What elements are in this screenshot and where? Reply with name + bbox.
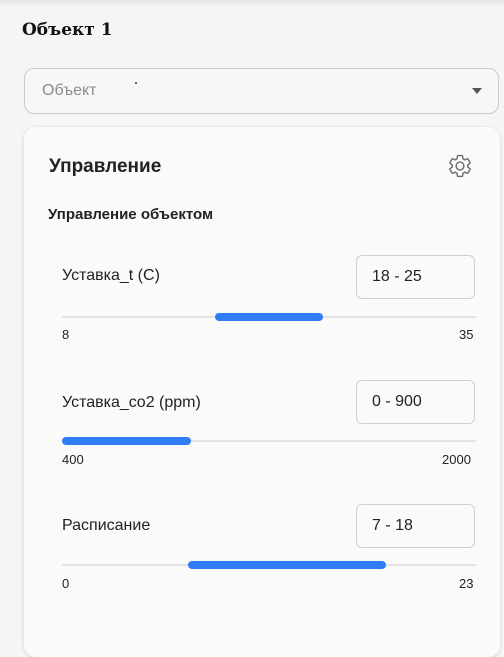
- co2-setpoint-label: Уставка_co2 (ppm): [62, 394, 201, 411]
- co2-setpoint-max-label: 2000: [442, 452, 471, 467]
- co2-setpoint-min-label: 400: [62, 452, 84, 467]
- schedule-slider-range[interactable]: [188, 561, 386, 569]
- schedule-min-label: 0: [62, 576, 70, 591]
- co2-setpoint-slider[interactable]: [62, 437, 476, 445]
- schedule-label: Расписание: [62, 517, 151, 534]
- top-edge-shadow: [0, 0, 504, 6]
- temp-setpoint-max-label: 35: [459, 327, 474, 342]
- schedule-max-label: 23: [459, 576, 474, 591]
- temp-setpoint-min-label: 8: [62, 327, 70, 342]
- co2-setpoint-slider-range[interactable]: [62, 437, 192, 445]
- schedule-input[interactable]: [356, 504, 475, 548]
- gear-icon[interactable]: [447, 153, 473, 179]
- temp-setpoint-slider[interactable]: [62, 313, 476, 321]
- card-title: Управление: [49, 156, 162, 177]
- page-title: Объект 1: [22, 20, 113, 40]
- cursor-dot: [135, 82, 137, 84]
- object-select[interactable]: Объект: [24, 68, 499, 114]
- schedule-slider[interactable]: [62, 561, 476, 569]
- section-title: Управление объектом: [48, 206, 214, 223]
- temp-setpoint-slider-range[interactable]: [215, 313, 323, 321]
- co2-setpoint-input[interactable]: [356, 380, 475, 424]
- temp-setpoint-input[interactable]: [356, 255, 475, 299]
- control-card: Управление Управление объектом Уставка_t…: [24, 127, 500, 657]
- chevron-down-icon[interactable]: [472, 88, 482, 94]
- temp-setpoint-label: Уставка_t (C): [62, 267, 160, 284]
- object-select-value: Объект: [42, 82, 97, 99]
